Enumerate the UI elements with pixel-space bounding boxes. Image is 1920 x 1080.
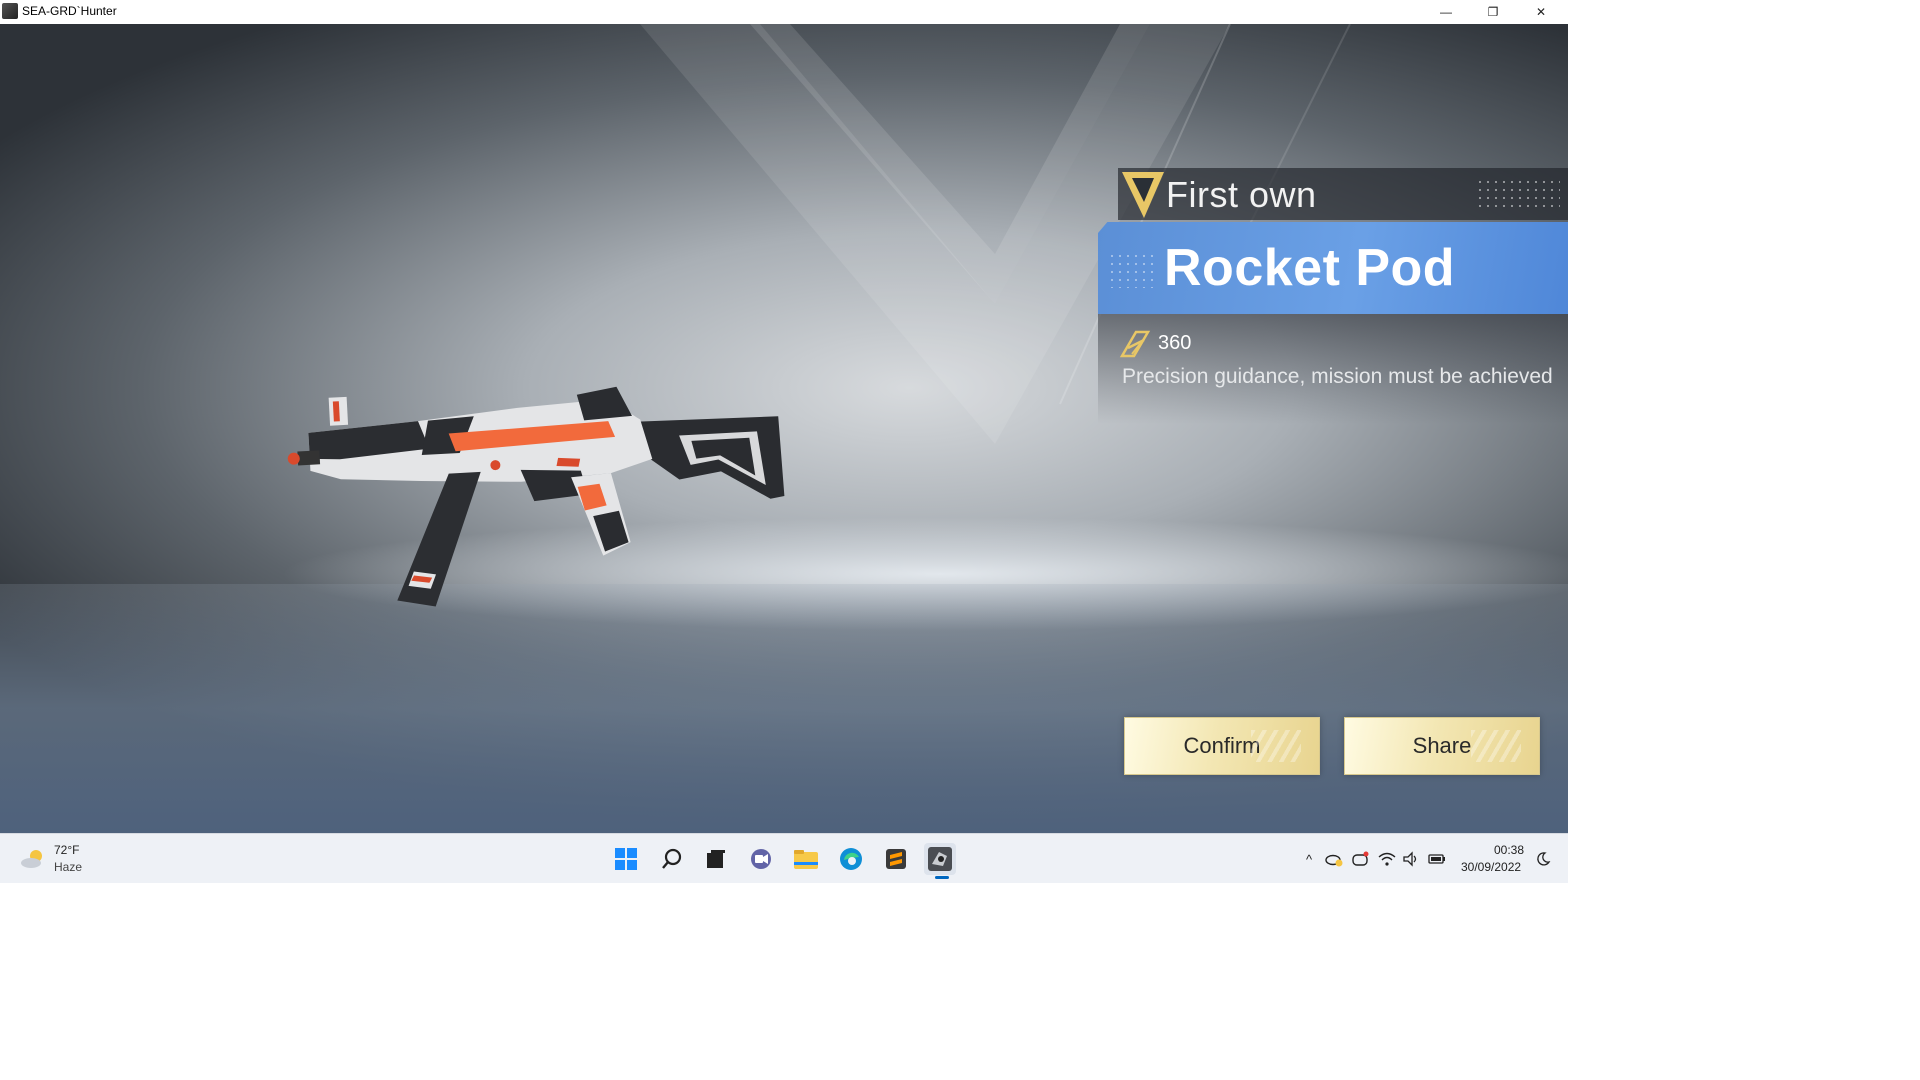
v-logo-icon — [1122, 172, 1164, 218]
taskbar: 72°F Haze ^ 00:38 30/09/2022 — [0, 833, 1568, 883]
item-score: 360 — [1158, 332, 1192, 354]
reward-header: First own — [1166, 174, 1317, 215]
minimize-button[interactable]: — — [1423, 0, 1469, 24]
confirm-button[interactable]: Confirm — [1124, 717, 1320, 775]
game-viewport: First own Rocket Pod 360 Precision guida… — [0, 24, 1568, 833]
share-button[interactable]: Share — [1344, 717, 1540, 775]
battery-icon[interactable] — [1428, 850, 1446, 868]
weapon-image — [287, 386, 785, 607]
sublime-icon[interactable] — [880, 843, 912, 875]
weather-condition[interactable]: Haze — [54, 860, 82, 874]
firepower-icon — [1119, 330, 1151, 358]
active-app-indicator — [935, 876, 949, 879]
app-icon — [2, 3, 18, 19]
clock-date[interactable]: 30/09/2022 — [1461, 860, 1521, 874]
volume-icon[interactable] — [1402, 850, 1420, 868]
button-stripes — [1471, 730, 1521, 762]
close-button[interactable]: ✕ — [1518, 0, 1564, 24]
discord-icon[interactable] — [1351, 850, 1369, 868]
confirm-label: Confirm — [1183, 733, 1261, 758]
restore-button[interactable]: ❐ — [1470, 0, 1516, 24]
clock-time[interactable]: 00:38 — [1494, 843, 1524, 857]
file-explorer-icon[interactable] — [790, 843, 822, 875]
button-stripes — [1251, 730, 1301, 762]
item-name: Rocket Pod — [1164, 239, 1456, 297]
decorative-dots — [1476, 178, 1560, 208]
decorative-dots — [1108, 252, 1156, 288]
task-view-icon[interactable] — [700, 843, 732, 875]
window-title: SEA-GRD`Hunter — [22, 4, 117, 18]
edge-icon[interactable] — [835, 843, 867, 875]
weather-temperature[interactable]: 72°F — [54, 843, 79, 857]
window-titlebar: SEA-GRD`Hunter — ❐ ✕ — [0, 0, 1568, 24]
game-app-icon[interactable] — [924, 843, 956, 875]
teams-chat-icon[interactable] — [745, 843, 777, 875]
item-description: Precision guidance, mission must be achi… — [1122, 365, 1553, 388]
start-icon[interactable] — [610, 843, 642, 875]
share-label: Share — [1412, 733, 1472, 758]
onedrive-warning-icon[interactable] — [1325, 850, 1343, 868]
show-hidden-icons-chevron-up-icon[interactable]: ^ — [1300, 850, 1318, 868]
search-icon[interactable] — [656, 843, 688, 875]
wifi-icon[interactable] — [1378, 850, 1396, 868]
focus-assist-moon-icon[interactable] — [1534, 850, 1552, 868]
weather-haze-icon[interactable] — [20, 848, 46, 870]
